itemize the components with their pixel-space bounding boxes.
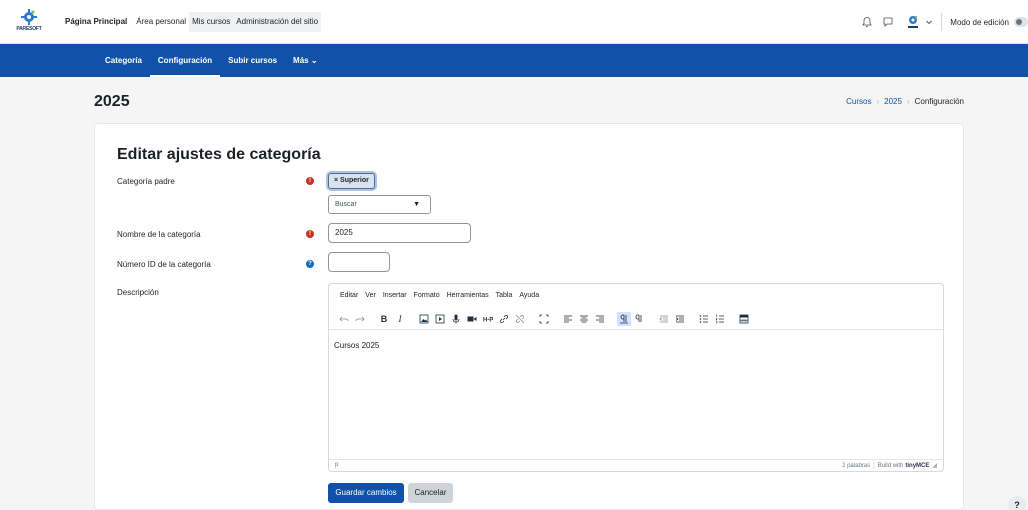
primary-nav: Página Principal Área personal Mis curso… <box>62 12 322 32</box>
edit-mode-toggle[interactable] <box>1014 17 1028 27</box>
editor-statusbar: p 2 palabras | Build with tinyMCE ◢ <box>329 459 943 471</box>
parent-category-chip[interactable]: × Superior <box>328 173 375 189</box>
bullet-list-icon[interactable] <box>697 312 711 326</box>
parent-category-search[interactable]: Buscar ▼ <box>328 195 431 214</box>
unlink-icon[interactable] <box>513 312 527 326</box>
fullscreen-icon[interactable] <box>537 312 551 326</box>
menu-edit[interactable]: Editar <box>340 292 358 299</box>
nav-dashboard[interactable]: Área personal <box>133 12 189 32</box>
help-icon[interactable]: ? <box>306 260 314 268</box>
h5p-icon[interactable]: H-P <box>481 312 495 326</box>
bold-button[interactable]: B <box>377 312 391 326</box>
page-title: 2025 <box>94 93 130 110</box>
tinymce-brand[interactable]: tinyMCE <box>905 463 929 469</box>
menu-help[interactable]: Ayuda <box>519 292 539 299</box>
divider <box>941 13 943 31</box>
bell-icon[interactable] <box>861 16 873 28</box>
user-avatar <box>908 15 919 28</box>
breadcrumb-2025[interactable]: 2025 <box>884 97 902 106</box>
indent-icon[interactable] <box>673 312 687 326</box>
link-icon[interactable] <box>497 312 511 326</box>
user-menu-toggle[interactable] <box>905 14 933 30</box>
align-left-icon[interactable] <box>561 312 575 326</box>
build-with-label: Build with <box>877 462 904 469</box>
category-name-input[interactable]: 2025 <box>328 223 471 243</box>
breadcrumb: Cursos › 2025 › Configuración <box>846 97 964 106</box>
breadcrumb-courses[interactable]: Cursos <box>846 97 871 106</box>
italic-button[interactable]: I <box>393 312 407 326</box>
numbered-list-icon[interactable] <box>713 312 727 326</box>
save-button[interactable]: Guardar cambios <box>328 483 404 503</box>
tab-upload-courses[interactable]: Subir cursos <box>220 44 285 77</box>
chat-icon[interactable] <box>882 16 894 28</box>
breadcrumb-current: Configuración <box>914 97 964 106</box>
word-count[interactable]: 2 palabras <box>842 463 870 469</box>
menu-tools[interactable]: Herramientas <box>447 292 489 299</box>
editor-toolbar: B I H-P <box>329 308 943 330</box>
floating-help-button[interactable]: ? <box>1008 496 1026 510</box>
top-navbar: PARESOFT Página Principal Área personal … <box>0 0 1028 44</box>
microphone-icon[interactable] <box>449 312 463 326</box>
description-label: Descripción <box>117 288 159 297</box>
category-idnumber-input[interactable] <box>328 252 390 272</box>
form-card: Editar ajustes de categoría Categoría pa… <box>94 123 964 510</box>
form-heading: Editar ajustes de categoría <box>117 146 321 163</box>
user-menu-area: Modo de edición <box>852 12 1028 32</box>
rich-text-editor: Editar Ver Insertar Formato Herramientas… <box>328 283 944 472</box>
video-record-icon[interactable] <box>465 312 479 326</box>
media-icon[interactable] <box>433 312 447 326</box>
tab-more[interactable]: Más ⌄ <box>285 44 326 77</box>
outdent-icon[interactable] <box>657 312 671 326</box>
secondary-nav: Categoría Configuración Subir cursos Más… <box>0 44 1028 77</box>
rtl-icon[interactable] <box>633 312 647 326</box>
menu-view[interactable]: Ver <box>365 292 376 299</box>
logo-text: PARESOFT <box>16 26 42 32</box>
menu-format[interactable]: Formato <box>414 292 440 299</box>
element-path[interactable]: p <box>335 462 338 468</box>
required-icon: ! <box>306 230 314 238</box>
align-right-icon[interactable] <box>593 312 607 326</box>
image-icon[interactable] <box>417 312 431 326</box>
chevron-down-icon <box>926 20 933 25</box>
resize-handle-icon[interactable]: ◢ <box>932 462 937 469</box>
breadcrumb-separator: › <box>906 97 910 106</box>
page-header: 2025 Cursos › 2025 › Configuración <box>94 93 964 113</box>
required-icon: ! <box>306 177 314 185</box>
cancel-button[interactable]: Cancelar <box>408 483 453 503</box>
dropdown-caret-icon: ▼ <box>413 201 420 208</box>
menu-table[interactable]: Tabla <box>496 292 513 299</box>
gear-logo-icon <box>21 9 37 25</box>
tab-settings[interactable]: Configuración <box>149 44 221 77</box>
editor-menubar: Editar Ver Insertar Formato Herramientas… <box>340 292 546 299</box>
category-idnumber-label: Número ID de la categoría <box>117 260 211 269</box>
nav-home[interactable]: Página Principal <box>62 12 134 32</box>
ltr-icon[interactable] <box>617 311 631 326</box>
menu-insert[interactable]: Insertar <box>383 292 407 299</box>
search-placeholder: Buscar <box>335 201 357 208</box>
redo-icon[interactable] <box>353 312 367 326</box>
undo-icon[interactable] <box>337 312 351 326</box>
breadcrumb-separator: › <box>876 97 880 106</box>
svg-text:H-P: H-P <box>483 317 493 323</box>
nav-site-admin[interactable]: Administración del sitio <box>233 12 322 32</box>
edit-mode-label: Modo de edición <box>950 17 1009 27</box>
nav-my-courses[interactable]: Mis cursos <box>189 12 234 32</box>
editor-content[interactable]: Cursos 2025 <box>334 341 379 350</box>
status-separator: | <box>873 462 875 469</box>
category-name-label: Nombre de la categoría <box>117 230 201 239</box>
calculator-icon[interactable] <box>737 312 751 326</box>
parent-category-label: Categoría padre <box>117 177 175 186</box>
tab-category[interactable]: Categoría <box>97 44 150 77</box>
site-logo[interactable]: PARESOFT <box>16 9 42 35</box>
align-center-icon[interactable] <box>577 312 591 326</box>
